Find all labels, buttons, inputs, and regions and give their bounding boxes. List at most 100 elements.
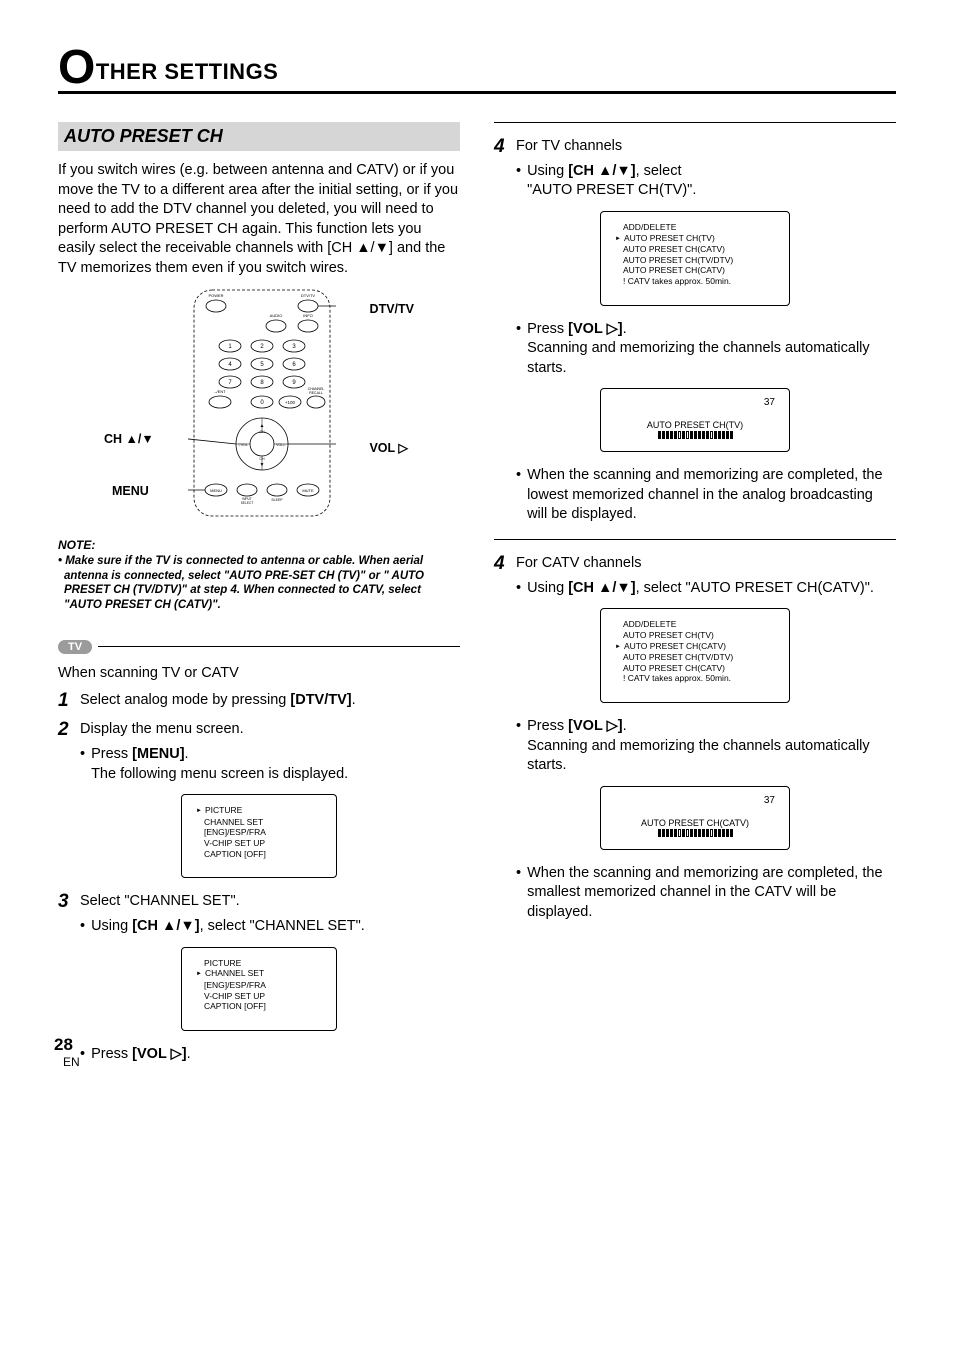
tv-done: When the scanning and memorizing are com…	[527, 466, 896, 525]
osd-chnum: 37	[611, 795, 779, 806]
label-ch: CH ▲/▼	[104, 432, 154, 446]
step-4catv-bullet: Using [CH ▲/▼], select "AUTO PRESET CH(C…	[527, 579, 874, 599]
step-2-num: 2	[58, 720, 72, 741]
step-4-catv: 4 For CATV channels	[494, 554, 896, 575]
svg-text:MENU: MENU	[210, 488, 222, 493]
osd-line: PICTURE	[196, 805, 326, 817]
osd-line: [ENG]/ESP/FRA	[196, 827, 326, 838]
step-2: 2 Display the menu screen.	[58, 720, 460, 741]
osd-menu-2: PICTURE CHANNEL SET [ENG]/ESP/FRA V-CHIP…	[181, 947, 337, 1031]
step-4catv-num: 4	[494, 554, 508, 575]
bullet-icon: •	[516, 162, 521, 201]
osd-line: AUTO PRESET CH(CATV)	[615, 663, 779, 674]
svg-text:–/ENT: –/ENT	[214, 389, 226, 394]
osd-line: [ENG]/ESP/FRA	[196, 980, 326, 991]
page-number: 28 EN	[54, 1035, 73, 1070]
svg-text:SLEEP: SLEEP	[271, 498, 283, 502]
osd-scan-tv: 37 AUTO PRESET CH(TV)	[600, 388, 790, 452]
osd-line: AUTO PRESET CH(TV/DTV)	[615, 255, 779, 266]
svg-text:MUTE: MUTE	[302, 488, 314, 493]
osd-line: AUTO PRESET CH(TV)	[615, 233, 779, 245]
osd-line: ADD/DELETE	[615, 222, 779, 233]
osd-line: ! CATV takes approx. 50min.	[615, 673, 779, 684]
osd-line: CHANNEL SET	[196, 968, 326, 980]
divider	[494, 539, 896, 540]
step-4tv-text: For TV channels	[516, 137, 622, 157]
svg-text:▽VOL: ▽VOL	[238, 443, 248, 447]
osd-line: ADD/DELETE	[615, 619, 779, 630]
bullet-icon: •	[516, 466, 521, 525]
bullet-icon: •	[80, 917, 85, 937]
svg-text:SELECT: SELECT	[241, 501, 253, 505]
svg-text:POWER: POWER	[208, 293, 223, 298]
left-column: AUTO PRESET CH If you switch wires (e.g.…	[58, 122, 460, 1064]
chapter-rest: THER SETTINGS	[96, 59, 279, 84]
label-vol: VOL ▷	[369, 440, 408, 455]
osd-line: V-CHIP SET UP	[196, 838, 326, 849]
svg-text:VOL▷: VOL▷	[276, 443, 287, 447]
osd-line: AUTO PRESET CH(TV)	[615, 630, 779, 641]
tv-badge-row: TV	[58, 640, 460, 654]
remote-svg: POWER DTV/TV AUDIO INFO 1 2 3 4 5	[188, 288, 336, 518]
osd-line: PICTURE	[196, 958, 326, 969]
step-4-tv: 4 For TV channels	[494, 137, 896, 158]
progress-bar	[611, 431, 779, 439]
step-4tv-num: 4	[494, 137, 508, 158]
svg-text:CH: CH	[259, 430, 265, 434]
tv-badge-line	[98, 646, 460, 647]
bullet-icon: •	[516, 864, 521, 923]
osd-channel-catv: ADD/DELETE AUTO PRESET CH(TV) AUTO PRESE…	[600, 608, 790, 703]
osd-chnum: 37	[611, 397, 779, 408]
section-title: AUTO PRESET CH	[58, 122, 460, 151]
step-3-press: Press [VOL ▷].	[91, 1045, 191, 1065]
tv-badge: TV	[58, 640, 92, 654]
bullet-icon: •	[516, 320, 521, 379]
svg-text:▲: ▲	[260, 423, 265, 429]
osd-line: CHANNEL SET	[196, 817, 326, 828]
note-heading: NOTE:	[58, 538, 460, 552]
step-4tv-bullet: Using [CH ▲/▼], select"AUTO PRESET CH(TV…	[527, 162, 696, 201]
right-column: 4 For TV channels • Using [CH ▲/▼], sele…	[494, 122, 896, 1064]
page: OTHER SETTINGS AUTO PRESET CH If you swi…	[0, 0, 954, 1094]
bullet-icon: •	[516, 717, 521, 776]
chapter-bigletter: O	[58, 54, 96, 83]
bullet-icon: •	[80, 745, 85, 784]
step-4catv-text: For CATV channels	[516, 554, 641, 574]
svg-text:▼: ▼	[260, 462, 265, 468]
bullet-icon: •	[516, 579, 521, 599]
osd-scan-label: AUTO PRESET CH(CATV)	[611, 818, 779, 828]
note-body: • Make sure if the TV is connected to an…	[58, 554, 460, 612]
progress-bar	[611, 829, 779, 837]
catv-press: Press [VOL ▷].Scanning and memorizing th…	[527, 717, 896, 776]
step-1: 1 Select analog mode by pressing [DTV/TV…	[58, 691, 460, 712]
svg-text:RECALL: RECALL	[309, 391, 323, 395]
divider	[494, 122, 896, 123]
svg-text:+100: +100	[285, 400, 296, 405]
bullet-icon: •	[80, 1045, 85, 1065]
osd-channel-tv: ADD/DELETE AUTO PRESET CH(TV) AUTO PRESE…	[600, 211, 790, 306]
osd-line: AUTO PRESET CH(CATV)	[615, 265, 779, 276]
scan-intro: When scanning TV or CATV	[58, 664, 460, 684]
remote-illustration: DTV/TV CH ▲/▼ VOL ▷ MENU POWER DTV/TV AU…	[104, 288, 414, 528]
osd-line: V-CHIP SET UP	[196, 991, 326, 1002]
chapter-title: OTHER SETTINGS	[58, 50, 896, 85]
label-menu: MENU	[112, 484, 149, 498]
step-3: 3 Select "CHANNEL SET".	[58, 892, 460, 913]
osd-line: CAPTION [OFF]	[196, 849, 326, 860]
osd-line: AUTO PRESET CH(TV/DTV)	[615, 652, 779, 663]
label-dtv-tv: DTV/TV	[370, 302, 414, 316]
chapter-divider	[58, 91, 896, 94]
svg-text:DTV/TV: DTV/TV	[301, 293, 316, 298]
osd-line: CAPTION [OFF]	[196, 1001, 326, 1012]
step-3-bullet: Using [CH ▲/▼], select "CHANNEL SET".	[91, 917, 365, 937]
page-lang: EN	[63, 1055, 80, 1069]
step-2-press: Press [MENU].The following menu screen i…	[91, 745, 348, 784]
tv-press: Press [VOL ▷].Scanning and memorizing th…	[527, 320, 896, 379]
step-3-num: 3	[58, 892, 72, 913]
osd-line: AUTO PRESET CH(CATV)	[615, 641, 779, 653]
osd-scan-catv: 37 AUTO PRESET CH(CATV)	[600, 786, 790, 850]
step-1-text: Select analog mode by pressing [DTV/TV].	[80, 691, 356, 711]
svg-text:INFO: INFO	[303, 313, 313, 318]
note-box: NOTE: • Make sure if the TV is connected…	[58, 538, 460, 612]
step-3-text: Select "CHANNEL SET".	[80, 892, 240, 912]
